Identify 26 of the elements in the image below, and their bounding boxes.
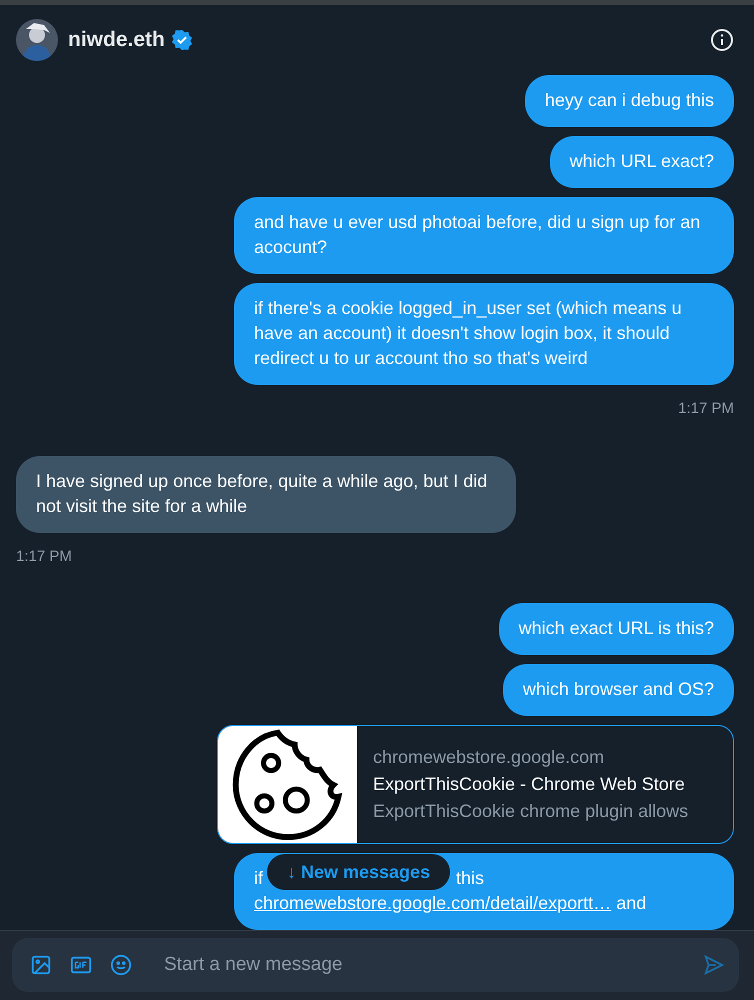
link-preview-card[interactable]: chromewebstore.google.com ExportThisCookie - Chrome Web Store ExportThisCookie chrome plugin allows	[217, 725, 734, 844]
link-title: ExportThisCookie - Chrome Web Store	[373, 773, 686, 796]
message-bubble: heyy can i debug this	[524, 75, 734, 127]
message-bubble: which URL exact?	[550, 136, 734, 188]
cookie-icon	[218, 726, 357, 843]
message-field[interactable]: Start a new message	[12, 938, 739, 992]
message-bubble: and have u ever usd photoai before, did u sign up for an acocunt?	[234, 197, 734, 274]
timestamp: 1:17 PM	[678, 399, 734, 419]
gif-icon[interactable]	[70, 954, 92, 976]
image-icon[interactable]	[30, 954, 52, 976]
link-description: ExportThisCookie chrome plugin allows	[373, 800, 688, 823]
message-bubble: I have signed up once before, quite a while ago, but I did not visit the site for a while	[16, 456, 516, 532]
message-link[interactable]: chromewebstore.google.com/detail/exportt…	[254, 893, 612, 913]
emoji-icon[interactable]	[110, 954, 132, 976]
link-domain: chromewebstore.google.com	[373, 746, 606, 769]
message-text: if	[254, 868, 263, 888]
message-bubble: which exact URL is this?	[498, 603, 734, 655]
message-bubble: which browser and OS?	[502, 664, 734, 716]
contact-name: niwde.eth	[68, 27, 165, 54]
timestamp: 1:17 PM	[16, 546, 72, 566]
info-icon[interactable]	[710, 28, 734, 52]
message-text: and	[616, 893, 646, 913]
message-bubble: if there's a cookie logged_in_user set (which means u have an account) it doesn't show login box, it should redirect u to ur account tho so that's weird	[234, 283, 734, 385]
new-messages-button[interactable]: ↓ New messages	[267, 854, 450, 890]
message-text: this	[456, 868, 484, 888]
send-icon[interactable]	[703, 954, 725, 976]
